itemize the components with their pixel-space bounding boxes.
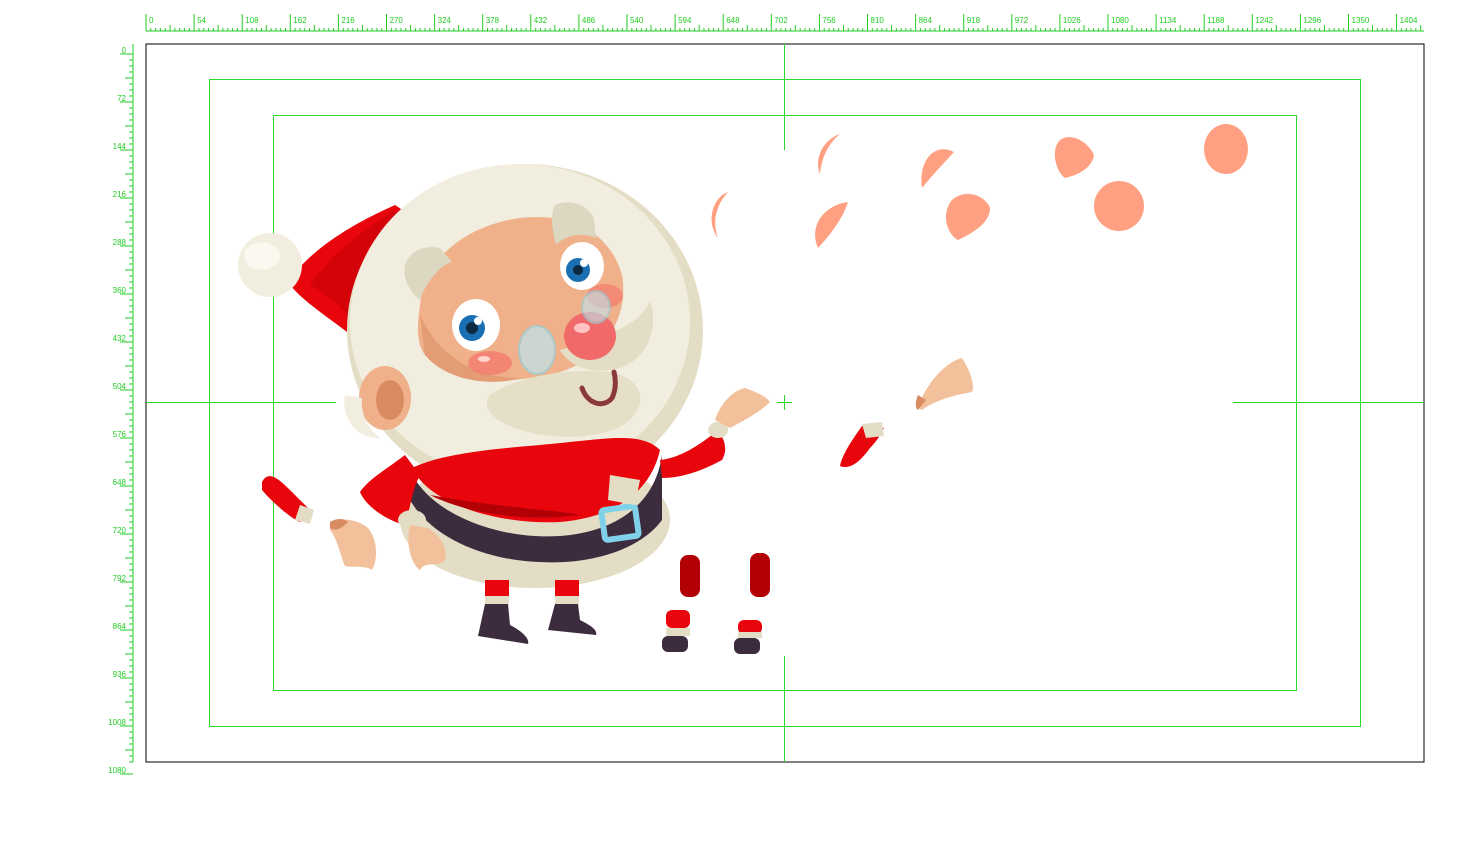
editor-stage: 0 54 108 162 216 270 324 378 432 486 540 594 648 702 7… <box>108 14 1425 775</box>
left-ruler-label: 1080 <box>108 766 126 775</box>
top-ruler-label: 594 <box>678 16 692 25</box>
top-ruler-label: 108 <box>245 16 259 25</box>
left-ruler-label: 504 <box>113 382 127 391</box>
left-ruler-label: 72 <box>117 94 126 103</box>
top-ruler-label: 216 <box>341 16 355 25</box>
left-ruler-label: 936 <box>113 670 127 679</box>
left-eye <box>452 299 500 351</box>
detached-leg-2[interactable] <box>750 553 770 597</box>
left-ruler-label: 792 <box>113 574 127 583</box>
top-ruler-label: 648 <box>726 16 740 25</box>
top-ruler-label: 270 <box>390 16 404 25</box>
left-ruler-label: 432 <box>113 334 127 343</box>
top-ruler-label: 324 <box>438 16 452 25</box>
top-ruler-label: 1188 <box>1207 16 1225 25</box>
top-ruler-label: 756 <box>822 16 836 25</box>
top-ruler-label: 1350 <box>1352 16 1370 25</box>
top-ruler-label: 1080 <box>1111 16 1129 25</box>
top-ruler-label: 486 <box>582 16 596 25</box>
bubble-small <box>581 290 611 324</box>
top-ruler-label: 0 <box>149 16 154 25</box>
top-ruler-label: 540 <box>630 16 644 25</box>
left-ruler-label: 648 <box>113 478 127 487</box>
left-ruler-label: 216 <box>113 190 127 199</box>
top-ruler-label: 810 <box>871 16 885 25</box>
top-ruler[interactable]: 0 54 108 162 216 270 324 378 432 486 540 594 648 702 7… <box>145 14 1424 32</box>
top-ruler-label: 162 <box>293 16 307 25</box>
left-ruler-label: 360 <box>113 286 127 295</box>
detached-leg-1[interactable] <box>680 555 700 597</box>
top-ruler-label: 1134 <box>1159 16 1177 25</box>
left-ruler-label: 864 <box>113 622 127 631</box>
left-ruler-label: 0 <box>122 46 127 55</box>
santa-body[interactable] <box>400 438 670 588</box>
top-ruler-label: 918 <box>967 16 981 25</box>
top-ruler-label: 378 <box>486 16 500 25</box>
bubble-large <box>518 325 556 375</box>
top-ruler-label: 702 <box>774 16 788 25</box>
left-ruler-label: 1008 <box>108 718 126 727</box>
left-cheek <box>468 351 512 375</box>
left-ruler[interactable]: 0 72 144 216 288 360 432 504 576 648 720 792 864 936 1… <box>108 44 134 775</box>
left-ruler-label: 576 <box>113 430 127 439</box>
top-ruler-label: 864 <box>919 16 933 25</box>
top-ruler-label: 54 <box>197 16 206 25</box>
particle <box>1094 181 1144 231</box>
top-ruler-label: 1026 <box>1063 16 1081 25</box>
left-ruler-label: 144 <box>113 142 127 151</box>
left-ruler-label: 720 <box>113 526 127 535</box>
top-ruler-label: 1242 <box>1255 16 1273 25</box>
left-ruler-label: 288 <box>113 238 127 247</box>
top-ruler-label: 432 <box>534 16 548 25</box>
top-ruler-label: 1296 <box>1303 16 1321 25</box>
particle <box>1204 124 1248 174</box>
top-ruler-label: 1404 <box>1400 16 1418 25</box>
top-ruler-label: 972 <box>1015 16 1029 25</box>
detached-boot-2[interactable] <box>734 620 762 654</box>
right-eye <box>560 242 604 290</box>
detached-boot-1[interactable] <box>662 610 690 652</box>
